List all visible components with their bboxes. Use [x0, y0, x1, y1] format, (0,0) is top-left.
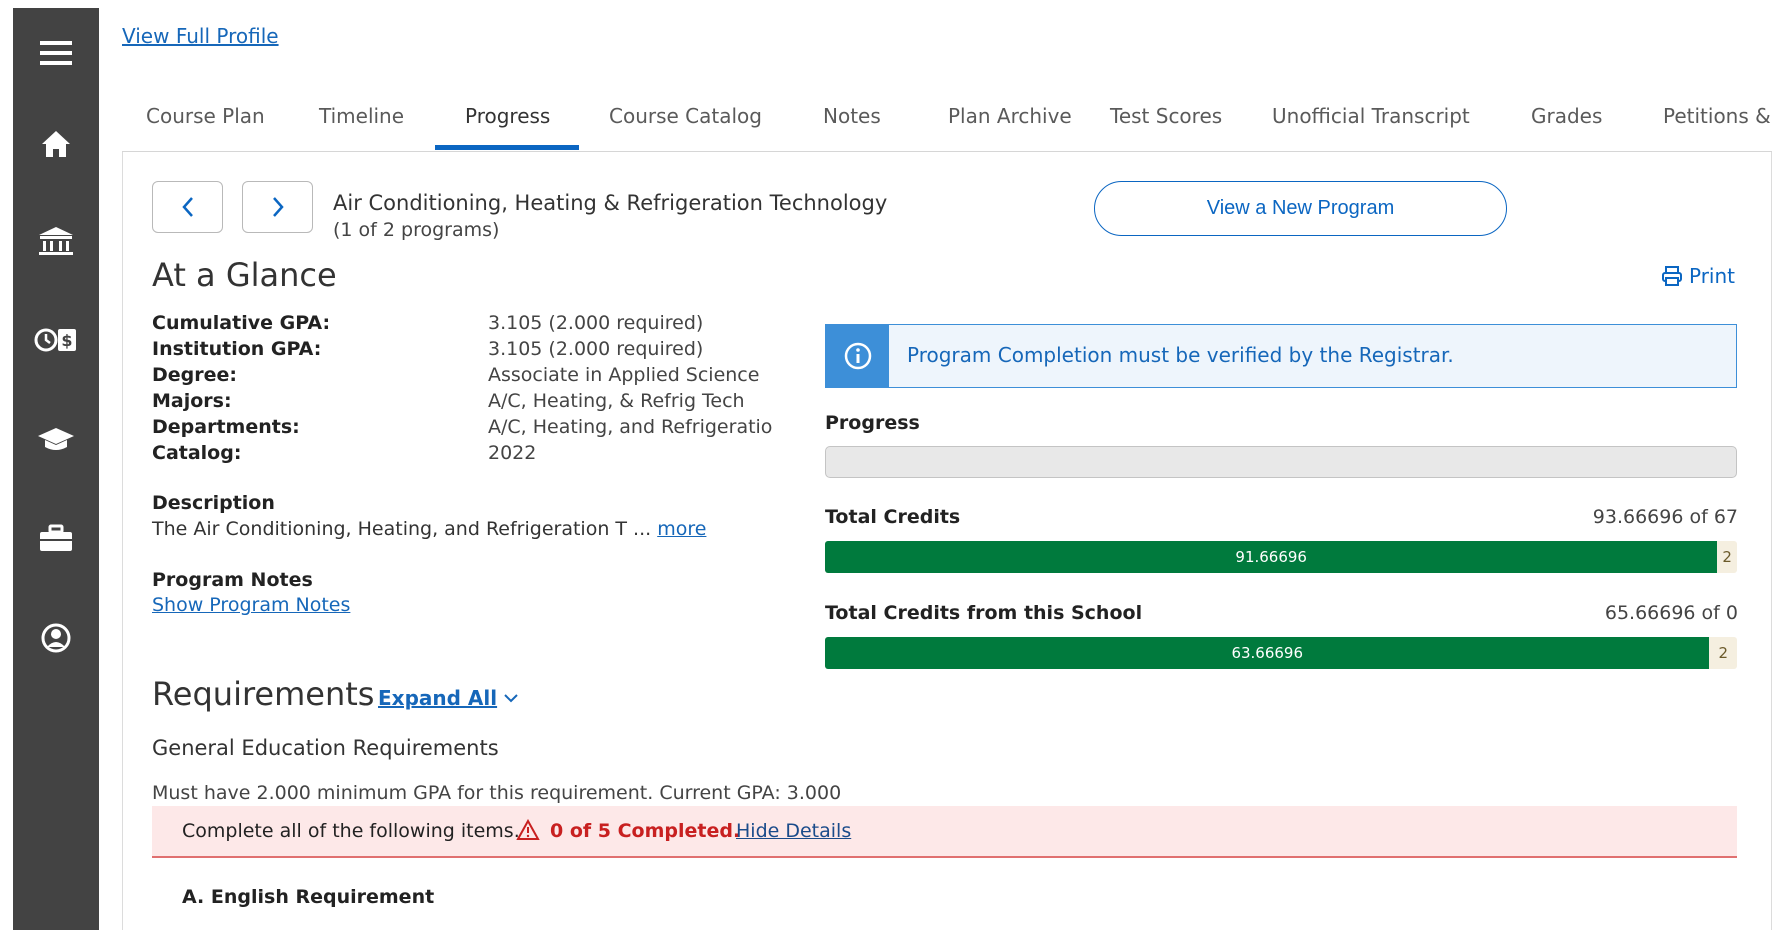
tab-notes[interactable]: Notes	[823, 104, 881, 128]
description-label: Description	[152, 492, 275, 514]
tab-timeline[interactable]: Timeline	[319, 104, 404, 128]
info-icon	[826, 325, 889, 387]
next-program-button[interactable]	[242, 181, 313, 233]
registrar-alert: Program Completion must be verified by t…	[825, 324, 1737, 388]
at-a-glance-heading: At a Glance	[152, 256, 337, 294]
view-new-program-button[interactable]: View a New Program	[1094, 181, 1507, 236]
sidebar: $	[13, 8, 99, 930]
school-credits-label: Total Credits from this School	[825, 602, 1143, 624]
home-icon[interactable]	[13, 119, 99, 169]
tab-bar: Course Plan Timeline Progress Course Cat…	[122, 96, 1772, 152]
min-gpa-text: Must have 2.000 minimum GPA for this req…	[152, 782, 842, 804]
warning-icon	[516, 818, 540, 845]
school-credits-remaining: 2	[1718, 644, 1728, 662]
school-credits-value: 65.66696 of 0	[1604, 602, 1738, 624]
briefcase-icon[interactable]	[13, 513, 99, 563]
print-button[interactable]: Print	[1661, 264, 1735, 288]
total-credits-bar: 91.66696 2	[825, 541, 1737, 573]
general-education-heading: General Education Requirements	[152, 736, 499, 760]
program-title: Air Conditioning, Heating & Refrigeratio…	[333, 191, 888, 215]
printer-icon	[1662, 266, 1682, 286]
description-more-link[interactable]: more	[657, 518, 706, 540]
tab-course-plan[interactable]: Course Plan	[146, 104, 265, 128]
tab-grades[interactable]: Grades	[1531, 104, 1602, 128]
chevron-down-icon	[504, 694, 518, 703]
banner-instruction: Complete all of the following items.	[182, 820, 520, 842]
svg-text:$: $	[61, 331, 72, 350]
total-credits-value: 93.66696 of 67	[1592, 506, 1738, 528]
view-full-profile-link[interactable]: View Full Profile	[122, 24, 279, 48]
english-requirement-heading[interactable]: A. English Requirement	[182, 886, 434, 908]
institution-gpa-label: Institution GPA:	[152, 338, 322, 360]
tab-course-catalog[interactable]: Course Catalog	[609, 104, 762, 128]
menu-icon[interactable]	[13, 28, 99, 78]
program-count: (1 of 2 programs)	[333, 219, 500, 241]
total-credits-label: Total Credits	[825, 506, 961, 528]
description-text: The Air Conditioning, Heating, and Refri…	[152, 518, 706, 540]
cumulative-gpa-value: 3.105 (2.000 required)	[488, 312, 704, 334]
progress-bar	[825, 446, 1737, 478]
total-credits-completed-fill: 91.66696	[825, 541, 1718, 573]
majors-label: Majors:	[152, 390, 232, 412]
alert-message: Program Completion must be verified by t…	[907, 343, 1454, 367]
degree-value: Associate in Applied Science	[488, 364, 760, 386]
description-snippet: The Air Conditioning, Heating, and Refri…	[152, 518, 652, 540]
institution-icon[interactable]	[13, 216, 99, 266]
tab-test-scores[interactable]: Test Scores	[1110, 104, 1222, 128]
chevron-left-icon	[181, 197, 193, 217]
active-tab-indicator	[435, 145, 579, 150]
expand-all-label: Expand All	[378, 686, 498, 710]
cumulative-gpa-label: Cumulative GPA:	[152, 312, 331, 334]
finance-icon[interactable]: $	[13, 315, 99, 365]
requirement-status-banner: Complete all of the following items. 0 o…	[152, 806, 1737, 858]
tab-progress[interactable]: Progress	[465, 104, 550, 128]
print-label: Print	[1689, 264, 1736, 288]
degree-label: Degree:	[152, 364, 237, 386]
total-credits-remaining: 2	[1722, 548, 1732, 566]
departments-value: A/C, Heating, and Refrigeratio	[488, 416, 773, 438]
previous-program-button[interactable]	[152, 181, 223, 233]
user-profile-icon[interactable]	[13, 613, 99, 663]
tab-petitions[interactable]: Petitions &	[1663, 104, 1771, 128]
program-notes-label: Program Notes	[152, 569, 313, 591]
chevron-right-icon	[272, 197, 284, 217]
graduation-cap-icon[interactable]	[13, 414, 99, 464]
requirements-heading: Requirements	[152, 675, 375, 713]
expand-all-button[interactable]: Expand All	[378, 686, 519, 710]
departments-label: Departments:	[152, 416, 300, 438]
hide-details-link[interactable]: Hide Details	[736, 820, 851, 842]
catalog-value: 2022	[488, 442, 537, 464]
show-program-notes-link[interactable]: Show Program Notes	[152, 594, 350, 616]
catalog-label: Catalog:	[152, 442, 242, 464]
school-credits-bar: 63.66696 2	[825, 637, 1737, 669]
progress-label: Progress	[825, 412, 920, 434]
institution-gpa-value: 3.105 (2.000 required)	[488, 338, 704, 360]
tab-plan-archive[interactable]: Plan Archive	[948, 104, 1072, 128]
school-credits-completed-fill: 63.66696	[825, 637, 1710, 669]
completion-status: 0 of 5 Completed.	[550, 820, 741, 842]
tab-unofficial-transcript[interactable]: Unofficial Transcript	[1272, 104, 1470, 128]
majors-value: A/C, Heating, & Refrig Tech	[488, 390, 745, 412]
